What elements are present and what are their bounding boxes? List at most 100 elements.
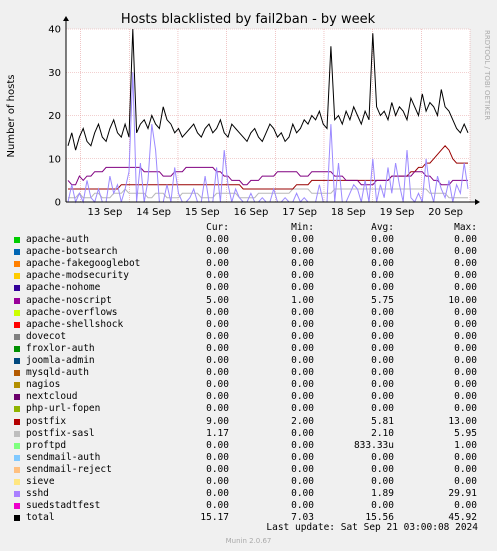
legend-header-cur: Cur:: [206, 222, 229, 233]
legend-min-value: 0.00: [291, 330, 314, 342]
legend-min-value: 0.00: [291, 439, 314, 451]
legend-row: mysqld-auth 0.00 0.00 0.00 0.00: [0, 367, 497, 379]
x-axis-arrow: [475, 199, 480, 205]
legend-max-value: 0.00: [454, 318, 477, 330]
legend-cur-value: 1.17: [206, 427, 229, 439]
legend-min-value: 0.00: [291, 306, 314, 318]
legend-header: Cur: Min: Avg: Max:: [0, 222, 497, 234]
legend-series-name: nagios: [26, 379, 61, 391]
legend-max-value: 10.00: [448, 294, 477, 306]
legend-swatch: [14, 394, 20, 401]
legend-cur-value: 0.00: [206, 451, 229, 463]
legend-min-value: 0.00: [291, 246, 314, 258]
legend-swatch: [14, 478, 20, 485]
legend-max-value: 13.00: [448, 415, 477, 427]
legend-max-value: 0.00: [454, 355, 477, 367]
legend-swatch: [14, 249, 20, 256]
legend-avg-value: 0.00: [371, 403, 394, 415]
legend-min-value: 0.00: [291, 463, 314, 475]
legend-cur-value: 0.00: [206, 270, 229, 282]
legend-row: froxlor-auth 0.00 0.00 0.00 0.00: [0, 343, 497, 355]
legend-series-name: postfix: [26, 415, 67, 427]
x-tick-label: 15 Sep: [185, 207, 220, 218]
chart-title: Hosts blacklisted by fail2ban - by week: [121, 12, 376, 27]
legend-min-value: 0.00: [291, 451, 314, 463]
y-tick-label: 40: [48, 25, 61, 36]
legend-series-name: apache-overflows: [26, 306, 118, 318]
legend-max-value: 0.00: [454, 475, 477, 487]
legend-row: apache-auth 0.00 0.00 0.00 0.00: [0, 234, 497, 246]
legend: Cur: Min: Avg: Max: apache-auth 0.00 0.00 0…: [0, 222, 497, 524]
x-tick-label: 18 Sep: [331, 207, 366, 218]
legend-max-value: 0.00: [454, 270, 477, 282]
legend-swatch: [14, 406, 20, 413]
plot-area: 0 10 20 30 40 13 Sep 14 Sep 15 Sep 16 Sep 17 Sep 1…: [48, 16, 480, 218]
munin-version: Munin 2.0.67: [225, 537, 272, 545]
legend-min-value: 0.00: [291, 379, 314, 391]
legend-cur-value: 0.00: [206, 439, 229, 451]
legend-max-value: 0.00: [454, 342, 477, 354]
legend-row: postfix 9.00 2.00 5.81 13.00: [0, 416, 497, 428]
legend-avg-value: 0.00: [371, 451, 394, 463]
legend-swatch: [14, 515, 20, 522]
legend-avg-value: 0.00: [371, 234, 394, 246]
y-tick-label: 10: [48, 154, 61, 165]
legend-series-name: suedstadtfest: [26, 500, 101, 512]
y-tick-label: 30: [48, 68, 61, 79]
legend-min-value: 0.00: [291, 367, 314, 379]
legend-swatch: [14, 442, 20, 449]
legend-series-name: froxlor-auth: [26, 342, 95, 354]
legend-series-name: apache-shellshock: [26, 318, 124, 330]
legend-swatch: [14, 382, 20, 389]
legend-swatch: [14, 345, 20, 352]
legend-max-value: 0.00: [454, 500, 477, 512]
legend-min-value: 0.00: [291, 282, 314, 294]
legend-min-value: 0.00: [291, 488, 314, 500]
legend-swatch: [14, 454, 20, 461]
legend-row: sendmail-reject 0.00 0.00 0.00 0.00: [0, 464, 497, 476]
legend-max-value: 0.00: [454, 282, 477, 294]
legend-max-value: 0.00: [454, 379, 477, 391]
legend-max-value: 0.00: [454, 463, 477, 475]
legend-series-name: apache-fakegooglebot: [26, 258, 141, 270]
x-tick-label: 19 Sep: [380, 207, 415, 218]
legend-series-name: total: [26, 512, 55, 524]
legend-row: apache-overflows 0.00 0.00 0.00 0.00: [0, 307, 497, 319]
legend-cur-value: 0.00: [206, 318, 229, 330]
legend-swatch: [14, 285, 20, 292]
legend-max-value: 0.00: [454, 403, 477, 415]
legend-cur-value: 0.00: [206, 330, 229, 342]
legend-row: nextcloud 0.00 0.00 0.00 0.00: [0, 391, 497, 403]
legend-cur-value: 0.00: [206, 463, 229, 475]
legend-header-min: Min:: [291, 222, 314, 233]
legend-max-value: 5.95: [454, 427, 477, 439]
legend-swatch: [14, 503, 20, 510]
legend-swatch: [14, 309, 20, 316]
legend-row: joomla-admin 0.00 0.00 0.00 0.00: [0, 355, 497, 367]
legend-swatch: [14, 237, 20, 244]
legend-row: sendmail-auth 0.00 0.00 0.00 0.00: [0, 452, 497, 464]
legend-row: apache-shellshock 0.00 0.00 0.00 0.00: [0, 319, 497, 331]
y-axis-arrow: [63, 16, 69, 21]
legend-swatch: [14, 297, 20, 304]
legend-row: sieve 0.00 0.00 0.00 0.00: [0, 476, 497, 488]
legend-max-value: 0.00: [454, 451, 477, 463]
legend-row: apache-modsecurity 0.00 0.00 0.00 0.00: [0, 270, 497, 282]
legend-max-value: 0.00: [454, 391, 477, 403]
legend-cur-value: 0.00: [206, 367, 229, 379]
legend-row: apache-nohome 0.00 0.00 0.00 0.00: [0, 282, 497, 294]
legend-series-name: sieve: [26, 475, 55, 487]
y-axis-label: Number of hosts: [6, 75, 17, 158]
legend-avg-value: 0.00: [371, 391, 394, 403]
legend-series-name: apache-auth: [26, 234, 89, 246]
legend-avg-value: 0.00: [371, 500, 394, 512]
legend-swatch: [14, 418, 20, 425]
legend-avg-value: 833.33u: [353, 439, 394, 451]
legend-min-value: 0.00: [291, 403, 314, 415]
legend-max-value: 0.00: [454, 306, 477, 318]
legend-avg-value: 0.00: [371, 246, 394, 258]
legend-swatch: [14, 261, 20, 268]
legend-series-name: mysqld-auth: [26, 367, 89, 379]
legend-row: sshd 0.00 0.00 1.89 29.91: [0, 488, 497, 500]
legend-max-value: 29.91: [448, 488, 477, 500]
